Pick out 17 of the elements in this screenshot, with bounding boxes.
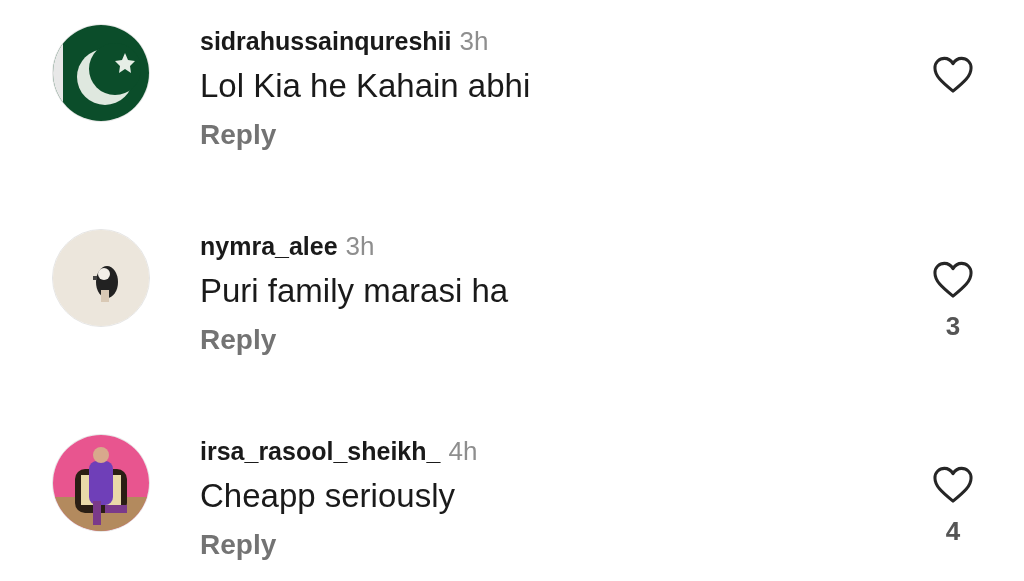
heart-icon[interactable] bbox=[932, 56, 974, 94]
username-link[interactable]: sidrahussainqureshii bbox=[200, 22, 452, 60]
reply-link[interactable]: Reply bbox=[200, 317, 277, 363]
comment-text: Lol Kia he Kahain abhi bbox=[200, 66, 532, 106]
comment-text: Cheapp seriously bbox=[200, 476, 456, 516]
timestamp: 3h bbox=[345, 230, 375, 263]
heart-icon[interactable] bbox=[932, 261, 974, 299]
comment-text: Puri family marasi ha bbox=[200, 271, 510, 311]
reply-link[interactable]: Reply bbox=[200, 112, 277, 158]
like-count: 3 bbox=[945, 311, 961, 341]
timestamp: 4h bbox=[448, 435, 478, 468]
reply-link[interactable]: Reply bbox=[200, 522, 277, 568]
like-count: 4 bbox=[945, 516, 961, 546]
username-link[interactable]: irsa_rasool_sheikh_ bbox=[200, 432, 441, 470]
timestamp: 3h bbox=[459, 25, 489, 58]
heart-icon[interactable] bbox=[932, 466, 974, 504]
username-link[interactable]: nymra_alee bbox=[200, 227, 338, 265]
